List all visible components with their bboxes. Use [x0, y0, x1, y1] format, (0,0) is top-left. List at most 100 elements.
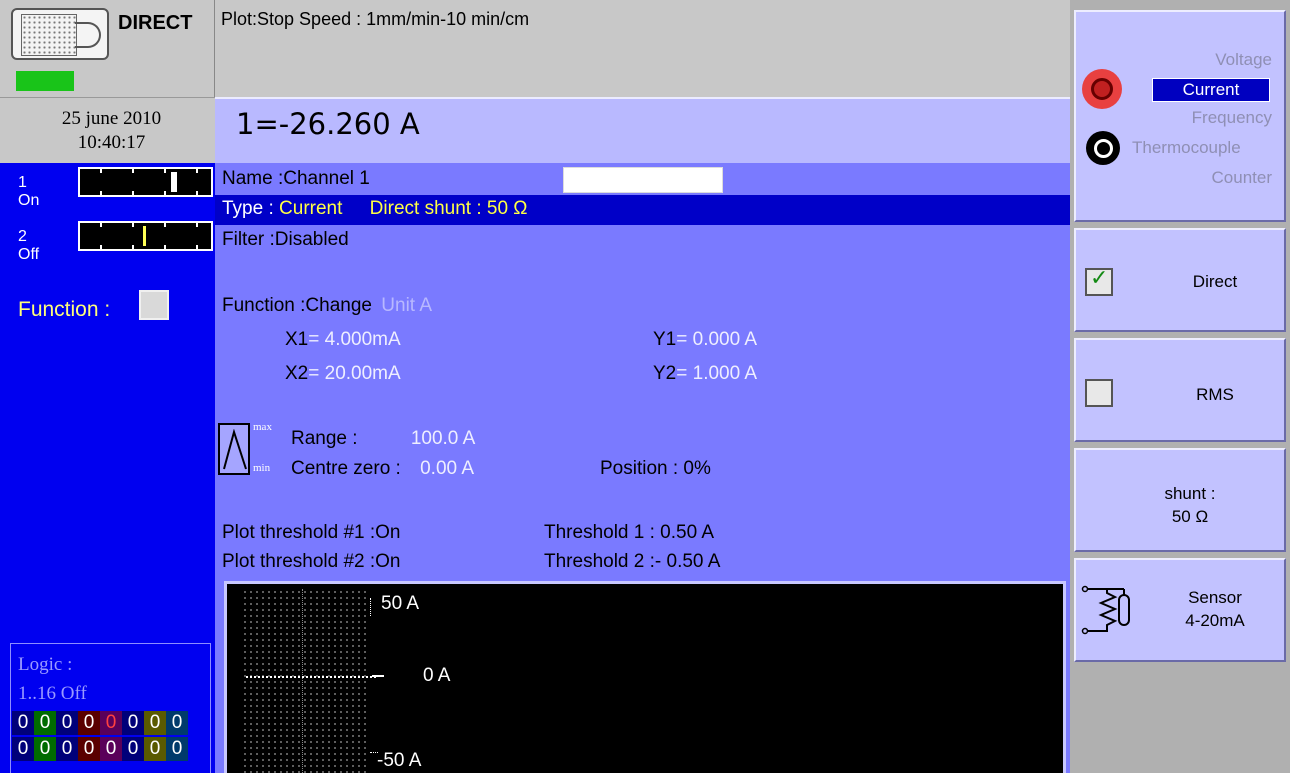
input-option-current[interactable]: Current — [1152, 78, 1270, 102]
time-text: 10:40:17 — [77, 132, 146, 153]
x2-value: = 20.00mA — [308, 363, 401, 384]
type-label: Type : — [222, 198, 274, 219]
shunt-label-line1: shunt : — [1164, 484, 1216, 503]
centre-value: 0.00 A — [420, 458, 474, 479]
input-option-frequency[interactable]: Frequency — [1134, 108, 1272, 128]
logic-label: Logic : — [18, 654, 73, 675]
input-option-voltage[interactable]: Voltage — [1134, 50, 1272, 70]
sensor-label-line1: Sensor — [1188, 588, 1242, 607]
chart-recorder-icon — [11, 8, 109, 60]
x2-setting[interactable]: X2= 20.00mA — [285, 363, 401, 385]
empty-softkey — [1074, 668, 1286, 773]
logic-bit: 0 — [12, 737, 34, 761]
logic-bit: 0 — [144, 711, 166, 735]
logic-bit: 0 — [100, 711, 122, 735]
logic-bit: 0 — [100, 737, 122, 761]
name-label: Name :Channel 1 — [222, 168, 370, 189]
x1-value: = 4.000mA — [308, 329, 401, 350]
function-checkbox[interactable] — [139, 290, 169, 320]
channel-2-cursor — [143, 226, 146, 246]
x2-label: X2 — [285, 363, 309, 384]
sensor-label-line2: 4-20mA — [1185, 611, 1245, 630]
range-value: 100.0 A — [410, 428, 476, 449]
channel-1-label: 1 On — [18, 174, 40, 209]
range-shape-icon — [223, 429, 247, 470]
scope-top-label: 50 A — [381, 593, 420, 614]
function-setting[interactable]: Function :Change Unit A — [222, 295, 432, 317]
min-tag: min — [253, 462, 271, 474]
plot-status-text: Plot:Stop Speed : 1mm/min-10 min/cm — [221, 9, 530, 29]
shunt-label-line2: 50 Ω — [1171, 507, 1209, 526]
y1-value: = 0.000 A — [676, 329, 758, 350]
channel-2-level-bar[interactable] — [78, 221, 213, 251]
plot-threshold-2[interactable]: Plot threshold #2 :On — [222, 551, 401, 573]
date-text: 25 june 2010 — [61, 108, 162, 129]
centre-label: Centre zero : — [291, 458, 401, 479]
scope-bottom-label: -50 A — [377, 750, 422, 771]
positive-input-jack-icon — [1082, 69, 1122, 109]
range-setting[interactable]: Range : 100.0 A — [291, 428, 475, 450]
x1-setting[interactable]: X1= 4.000mA — [285, 329, 401, 351]
threshold-1[interactable]: Threshold 1 : 0.50 A — [544, 522, 714, 544]
logic-bits-row-1: 0 0 0 0 0 0 0 0 — [12, 711, 188, 735]
negative-input-jack-icon — [1086, 131, 1120, 165]
max-tag: max — [253, 421, 272, 433]
channel-2-label: 2 Off — [18, 228, 40, 263]
unit-value: A — [419, 295, 432, 316]
logic-bit: 0 — [34, 737, 56, 761]
sensor-resistor-icon — [1081, 585, 1130, 635]
unit-label: Unit — [381, 295, 416, 316]
shunt-label: Direct shunt : 50 Ω — [369, 198, 528, 219]
rms-checkbox[interactable] — [1085, 379, 1113, 407]
input-option-thermocouple[interactable]: Thermocouple — [1132, 138, 1288, 158]
logic-bit: 0 — [12, 711, 34, 735]
y2-label: Y2 — [653, 363, 677, 384]
logic-bit: 0 — [56, 711, 78, 735]
function-line: Function :Change — [222, 295, 372, 316]
scope-zero-label: 0 A — [423, 665, 451, 686]
checkmark-icon: ✓ — [1090, 266, 1109, 291]
name-input[interactable] — [563, 167, 723, 193]
mode-label: DIRECT — [118, 12, 193, 34]
y1-setting[interactable]: Y1= 0.000 A — [653, 329, 757, 351]
logic-bit: 0 — [122, 737, 144, 761]
scope-top-marker — [370, 598, 371, 616]
scope-grid-line — [302, 589, 303, 773]
plot-threshold-1[interactable]: Plot threshold #1 :On — [222, 522, 401, 544]
threshold-2[interactable]: Threshold 2 :- 0.50 A — [544, 551, 720, 573]
logic-bit: 0 — [144, 737, 166, 761]
status-led — [16, 71, 74, 91]
function-label: Function : — [18, 298, 111, 321]
direct-checkbox[interactable]: ✓ — [1085, 266, 1113, 296]
logic-bit: 0 — [56, 737, 78, 761]
logic-bit: 0 — [34, 711, 56, 735]
logic-bit: 0 — [166, 711, 188, 735]
scope-zero-marker — [372, 675, 384, 677]
logic-bit: 0 — [78, 711, 100, 735]
range-label: Range : — [291, 428, 358, 449]
logic-bit: 0 — [166, 737, 188, 761]
measurement-value: 1=-26.260 A — [236, 107, 420, 141]
centre-zero-setting[interactable]: Centre zero : 0.00 A — [291, 458, 474, 480]
logic-range: 1..16 Off — [18, 683, 87, 704]
input-option-counter[interactable]: Counter — [1134, 168, 1272, 188]
direct-label: Direct — [1192, 272, 1238, 291]
logic-bit: 0 — [78, 737, 100, 761]
scope-grid — [242, 589, 368, 773]
filter-setting[interactable]: Filter :Disabled — [222, 229, 349, 251]
channel-1-cursor — [171, 172, 177, 192]
rms-label: RMS — [1196, 385, 1234, 404]
x1-label: X1 — [285, 329, 309, 350]
channel-1-level-bar[interactable] — [78, 167, 213, 197]
scope-zero-trace — [246, 676, 376, 678]
type-row-text: Type : Current Direct shunt : 50 Ω — [222, 198, 528, 220]
y1-label: Y1 — [653, 329, 677, 350]
y2-setting[interactable]: Y2= 1.000 A — [653, 363, 757, 385]
logic-bits-row-2: 0 0 0 0 0 0 0 0 — [12, 737, 188, 761]
type-value: Current — [279, 198, 343, 219]
position-setting[interactable]: Position : 0% — [600, 458, 711, 480]
y2-value: = 1.000 A — [676, 363, 758, 384]
range-icon[interactable] — [218, 423, 250, 475]
datetime-display: 25 june 2010 10:40:17 — [0, 97, 215, 163]
logic-bit: 0 — [122, 711, 144, 735]
